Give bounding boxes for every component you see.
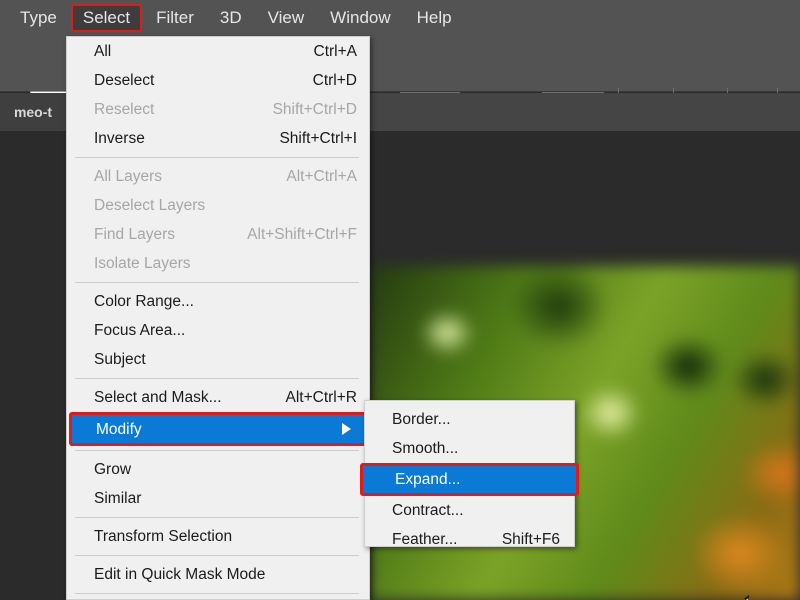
modify-submenu[interactable]: Border... Smooth... Expand... Contract... Fe… bbox=[364, 400, 575, 547]
menubar-item-3d[interactable]: 3D bbox=[208, 4, 254, 32]
menu-item-shortcut: Shift+Ctrl+I bbox=[279, 130, 357, 148]
menubar-item-filter[interactable]: Filter bbox=[144, 4, 206, 32]
select-menu-dropdown[interactable]: All Ctrl+A Deselect Ctrl+D Reselect Shift+Ctr… bbox=[66, 36, 370, 600]
menubar-item-window[interactable]: Window bbox=[318, 4, 402, 32]
menu-item-label: Deselect Layers bbox=[94, 196, 205, 215]
menu-item-isolate-layers: Isolate Layers bbox=[67, 249, 369, 278]
menu-item-shortcut: Alt+Ctrl+A bbox=[286, 168, 357, 186]
document-tab[interactable]: meo-t bbox=[0, 93, 66, 131]
menubar-item-view[interactable]: View bbox=[256, 4, 317, 32]
submenu-item-label: Feather... bbox=[392, 531, 457, 549]
submenu-arrow-icon bbox=[342, 423, 351, 435]
menu-item-label: Modify bbox=[96, 420, 142, 439]
menu-item-all-layers: All Layers Alt+Ctrl+A bbox=[67, 162, 369, 191]
menu-item-shortcut: Shift+Ctrl+D bbox=[273, 101, 357, 119]
menu-item-find-layers: Find Layers Alt+Shift+Ctrl+F bbox=[67, 220, 369, 249]
menu-item-shortcut: Ctrl+D bbox=[313, 72, 357, 90]
menubar-item-help[interactable]: Help bbox=[405, 4, 464, 32]
menu-item-shortcut: Alt+Shift+Ctrl+F bbox=[247, 226, 357, 244]
menu-item-inverse[interactable]: Inverse Shift+Ctrl+I bbox=[67, 124, 369, 153]
menu-separator bbox=[75, 517, 359, 518]
menu-item-modify[interactable]: Modify bbox=[69, 412, 367, 446]
menubar-item-select[interactable]: Select bbox=[71, 4, 142, 32]
menu-item-similar[interactable]: Similar bbox=[67, 484, 369, 513]
menu-item-edit-in-quick-mask-mode[interactable]: Edit in Quick Mask Mode bbox=[67, 560, 369, 589]
menu-item-label: Inverse bbox=[94, 129, 145, 148]
menu-item-label: Select and Mask... bbox=[94, 388, 222, 407]
menu-bar: TypeSelectFilter3DViewWindowHelp bbox=[0, 0, 800, 36]
menu-separator bbox=[75, 157, 359, 158]
photoshop-window: TypeSelectFilter3DViewWindowHelp Fill: W… bbox=[0, 0, 800, 600]
menubar-item-type[interactable]: Type bbox=[8, 4, 69, 32]
menu-item-label: All Layers bbox=[94, 167, 162, 186]
submenu-item-label: Expand... bbox=[395, 471, 461, 489]
cat-subject-image bbox=[588, 591, 762, 600]
menu-item-reselect: Reselect Shift+Ctrl+D bbox=[67, 95, 369, 124]
menu-item-select-and-mask[interactable]: Select and Mask... Alt+Ctrl+R bbox=[67, 383, 369, 412]
menu-item-label: Reselect bbox=[94, 100, 154, 119]
menu-item-shortcut: Alt+Ctrl+R bbox=[286, 389, 358, 407]
submenu-item-label: Smooth... bbox=[392, 440, 458, 458]
menu-item-label: Edit in Quick Mask Mode bbox=[94, 565, 265, 584]
menu-item-label: Deselect bbox=[94, 71, 154, 90]
menu-item-focus-area[interactable]: Focus Area... bbox=[67, 316, 369, 345]
menu-item-all[interactable]: All Ctrl+A bbox=[67, 37, 369, 66]
menu-separator bbox=[75, 282, 359, 283]
submenu-item-shortcut: Shift+F6 bbox=[502, 531, 560, 549]
menu-item-label: Color Range... bbox=[94, 292, 194, 311]
menu-item-label: Focus Area... bbox=[94, 321, 185, 340]
menu-item-label: Isolate Layers bbox=[94, 254, 191, 273]
menu-item-shortcut: Ctrl+A bbox=[314, 43, 358, 61]
menu-item-label: Subject bbox=[94, 350, 146, 369]
menu-separator bbox=[75, 378, 359, 379]
submenu-item-smooth[interactable]: Smooth... bbox=[365, 434, 574, 463]
menu-item-color-range[interactable]: Color Range... bbox=[67, 287, 369, 316]
menu-item-label: Find Layers bbox=[94, 225, 175, 244]
menu-item-deselect[interactable]: Deselect Ctrl+D bbox=[67, 66, 369, 95]
submenu-item-feather[interactable]: Feather... Shift+F6 bbox=[365, 525, 574, 554]
menu-separator bbox=[75, 450, 359, 451]
menu-item-label: Grow bbox=[94, 460, 131, 479]
menu-item-grow[interactable]: Grow bbox=[67, 455, 369, 484]
submenu-item-expand[interactable]: Expand... bbox=[360, 463, 579, 496]
menu-item-label: Transform Selection bbox=[94, 527, 232, 546]
menu-item-label: Similar bbox=[94, 489, 141, 508]
submenu-item-border[interactable]: Border... bbox=[365, 405, 574, 434]
submenu-item-label: Border... bbox=[392, 411, 451, 429]
menu-separator bbox=[75, 593, 359, 594]
submenu-item-contract[interactable]: Contract... bbox=[365, 496, 574, 525]
menu-item-deselect-layers: Deselect Layers bbox=[67, 191, 369, 220]
submenu-item-label: Contract... bbox=[392, 502, 464, 520]
menu-item-subject[interactable]: Subject bbox=[67, 345, 369, 374]
menu-item-label: All bbox=[94, 42, 111, 61]
menu-separator bbox=[75, 555, 359, 556]
menu-item-transform-selection[interactable]: Transform Selection bbox=[67, 522, 369, 551]
